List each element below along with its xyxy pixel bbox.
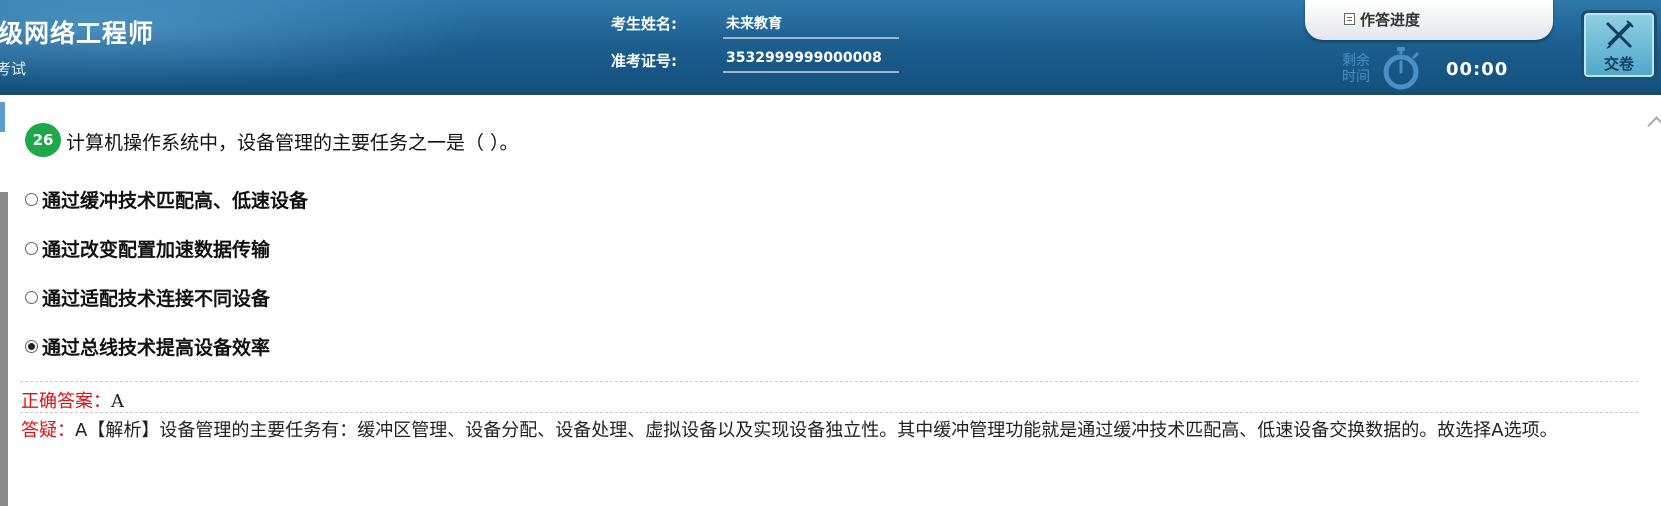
option-a-radio[interactable] bbox=[25, 192, 38, 206]
candidate-name: 未来教育 bbox=[726, 16, 782, 32]
submit-exam-label: 交卷 bbox=[1603, 55, 1634, 73]
divider bbox=[20, 381, 1638, 382]
candidate-name-underline bbox=[723, 37, 899, 39]
option-d[interactable]: 通过总线技术提高设备效率 bbox=[25, 333, 270, 359]
submit-exam-button[interactable]: 交卷 bbox=[1581, 10, 1657, 80]
header-divider bbox=[0, 92, 1661, 95]
explanation-text: A【解析】设备管理的主要任务有：缓冲区管理、设备分配、设备处理、虚拟设备以及实现… bbox=[75, 420, 1558, 441]
candidate-id-label: 准考证号: bbox=[611, 52, 677, 70]
candidate-id-underline bbox=[723, 71, 899, 73]
option-b-radio[interactable] bbox=[25, 241, 38, 255]
pen-ruler-icon bbox=[1605, 20, 1634, 49]
divider bbox=[20, 412, 1638, 413]
correct-answer-label: 正确答案： bbox=[21, 391, 111, 412]
explanation-label: 答疑： bbox=[21, 420, 75, 441]
option-a-text: 通过缓冲技术匹配高、低速设备 bbox=[42, 189, 309, 212]
remaining-time: 00:00 bbox=[1446, 59, 1509, 80]
answer-progress-label: 作答进度 bbox=[1360, 11, 1421, 29]
option-b[interactable]: 通过改变配置加速数据传输 bbox=[25, 235, 270, 261]
candidate-name-label: 考生姓名: bbox=[611, 15, 677, 33]
progress-list-icon bbox=[1344, 13, 1355, 25]
remaining-time-label: 剩余时间 bbox=[1342, 53, 1370, 85]
left-panel-toggle[interactable] bbox=[0, 102, 5, 132]
candidate-id: 3532999999000008 bbox=[726, 50, 882, 66]
correct-answer: 正确答案：A bbox=[21, 387, 124, 413]
left-panel-bar bbox=[0, 192, 8, 506]
question-number-badge: 26 bbox=[25, 123, 61, 157]
option-c-text: 通过适配技术连接不同设备 bbox=[42, 287, 271, 310]
exam-subtitle: 考试 bbox=[0, 60, 27, 78]
exam-header: 级网络工程师 考试 考生姓名: 未来教育 准考证号: 3532999999000… bbox=[0, 0, 1661, 95]
option-c[interactable]: 通过适配技术连接不同设备 bbox=[25, 284, 270, 310]
option-c-radio[interactable] bbox=[25, 290, 38, 304]
question-text: 计算机操作系统中，设备管理的主要任务之一是（ ）。 bbox=[66, 132, 519, 154]
correct-answer-value: A bbox=[111, 391, 124, 412]
scroll-up-arrow-icon[interactable] bbox=[1647, 116, 1661, 135]
answer-progress-button[interactable]: 作答进度 bbox=[1305, 0, 1553, 40]
option-d-radio[interactable] bbox=[25, 339, 38, 353]
option-d-text: 通过总线技术提高设备效率 bbox=[42, 336, 271, 359]
exam-title: 级网络工程师 bbox=[0, 19, 155, 48]
stopwatch-icon bbox=[1383, 47, 1419, 90]
option-b-text: 通过改变配置加速数据传输 bbox=[42, 238, 271, 261]
option-a[interactable]: 通过缓冲技术匹配高、低速设备 bbox=[25, 186, 308, 212]
explanation: 答疑：A【解析】设备管理的主要任务有：缓冲区管理、设备分配、设备处理、虚拟设备以… bbox=[21, 416, 1639, 446]
